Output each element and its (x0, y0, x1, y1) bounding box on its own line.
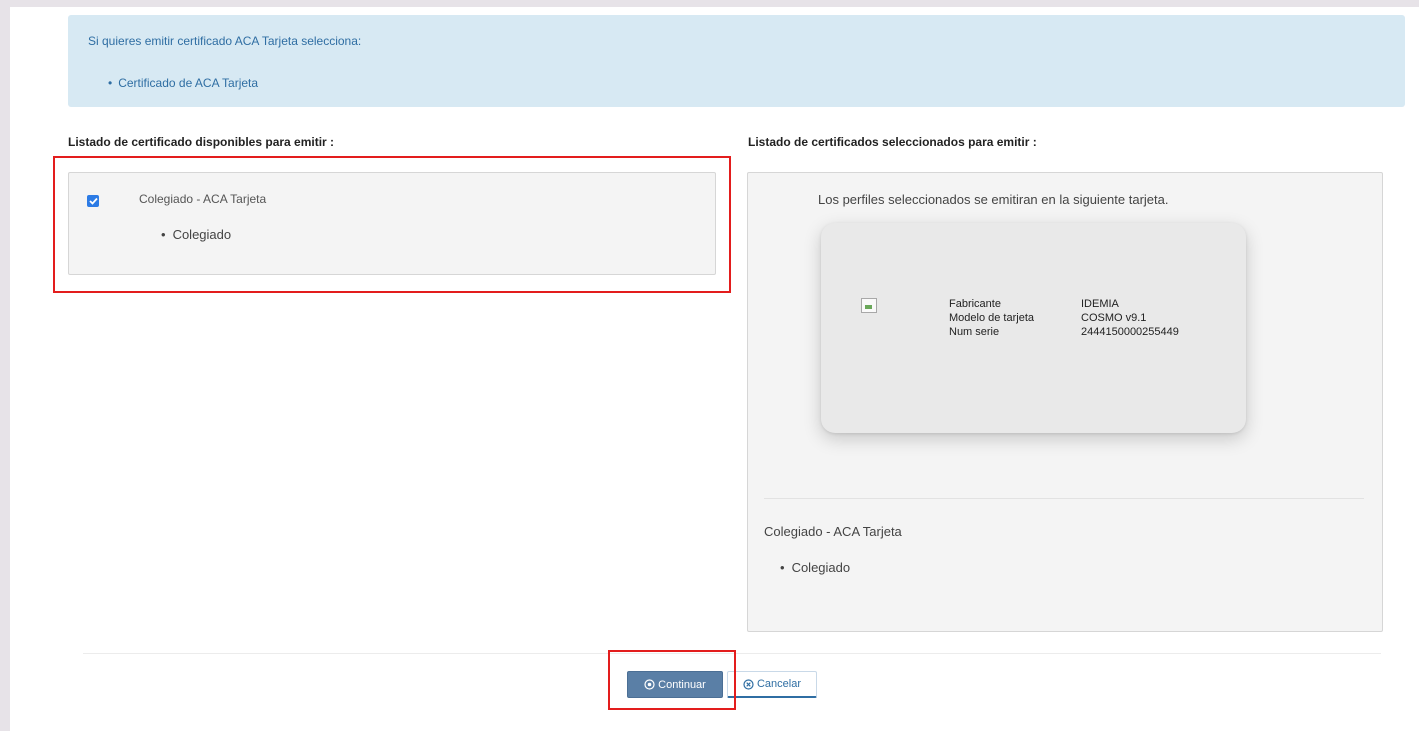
circle-x-icon (743, 678, 754, 690)
info-title: Si quieres emitir certificado ACA Tarjet… (88, 34, 362, 48)
selected-certificate-name: Colegiado - ACA Tarjeta (764, 524, 902, 539)
divider (764, 498, 1364, 499)
broken-image-icon (861, 298, 877, 313)
cancel-label: Cancelar (756, 678, 802, 690)
card-row-model: Modelo de tarjeta COSMO v9.1 (949, 311, 1179, 325)
info-alert: Si quieres emitir certificado ACA Tarjet… (68, 15, 1405, 107)
smart-card: Fabricante IDEMIA Modelo de tarjeta COSM… (821, 223, 1246, 433)
selected-intro-text: Los perfiles seleccionados se emitiran e… (818, 192, 1169, 207)
info-list-item: • Certificado de ACA Tarjeta (108, 76, 258, 90)
highlight-box-button (608, 650, 736, 710)
card-row-serial: Num serie 2444150000255449 (949, 325, 1179, 339)
highlight-box-panel (53, 156, 731, 293)
card-label: Num serie (949, 326, 1000, 338)
card-value: 2444150000255449 (1081, 326, 1179, 338)
selected-heading: Listado de certificados seleccionados pa… (748, 135, 1037, 149)
available-heading: Listado de certificado disponibles para … (68, 135, 335, 149)
selected-profile-label: Colegiado (791, 560, 851, 575)
selected-certificate-panel: Los perfiles seleccionados se emitiran e… (747, 172, 1383, 632)
card-details: Fabricante IDEMIA Modelo de tarjeta COSM… (949, 297, 1179, 339)
selected-profile-item: • Colegiado (780, 560, 850, 575)
info-item-label: Certificado de ACA Tarjeta (118, 76, 259, 90)
card-label: Modelo de tarjeta (949, 312, 1034, 324)
bullet: • (780, 560, 785, 575)
card-label: Fabricante (949, 298, 1001, 310)
card-row-manufacturer: Fabricante IDEMIA (949, 297, 1179, 311)
bullet: • (108, 76, 113, 90)
card-value: IDEMIA (1081, 298, 1119, 310)
card-value: COSMO v9.1 (1081, 312, 1147, 324)
page: Si quieres emitir certificado ACA Tarjet… (10, 7, 1419, 731)
cancel-button[interactable]: Cancelar (727, 671, 817, 698)
